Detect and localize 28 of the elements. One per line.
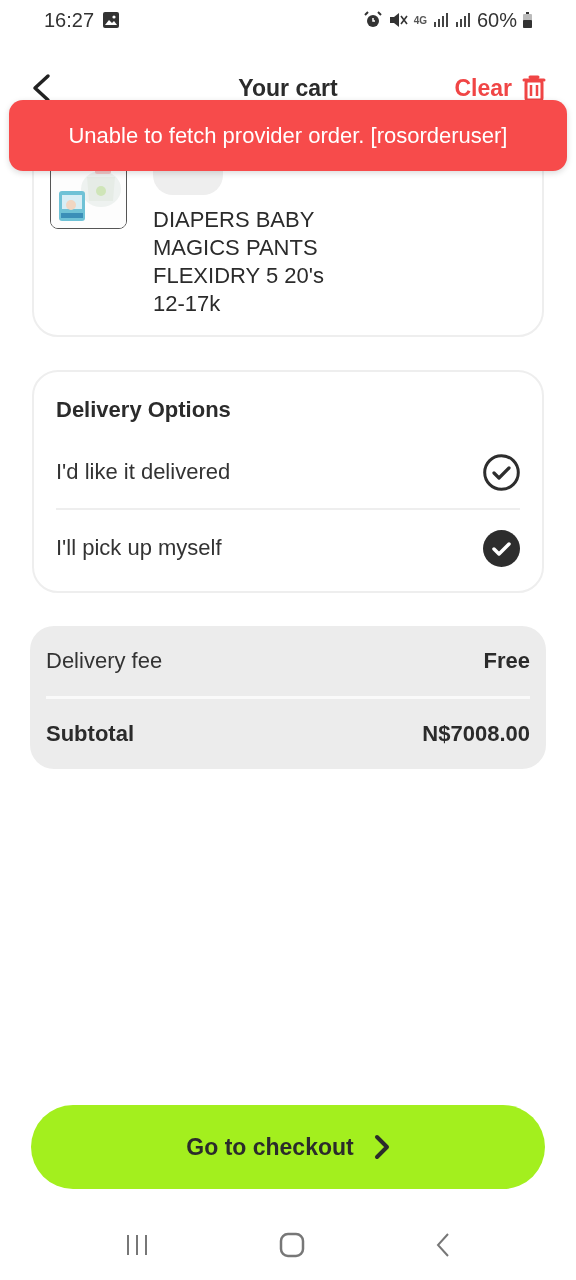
home-icon[interactable] bbox=[279, 1231, 305, 1258]
chevron-right-icon bbox=[373, 1134, 390, 1160]
trash-icon[interactable] bbox=[522, 74, 546, 102]
network-type: 4G bbox=[413, 14, 427, 26]
image-icon bbox=[102, 11, 121, 29]
clock-time: 16:27 bbox=[44, 8, 95, 32]
battery-percent: 60% bbox=[476, 8, 517, 32]
delivery-option[interactable]: I'd like it delivered bbox=[56, 459, 483, 485]
delivery-option[interactable]: I'll pick up myself bbox=[56, 535, 483, 561]
product-name: DIAPERS BABY MAGICS PANTS FLEXIDRY 5 20's 12-17k bbox=[153, 206, 325, 318]
check-circle-icon[interactable] bbox=[483, 529, 520, 567]
checkout-button[interactable]: Go to checkout bbox=[31, 1105, 545, 1189]
back-icon[interactable] bbox=[30, 73, 52, 103]
recent-apps-icon[interactable] bbox=[125, 1232, 149, 1257]
check-circle-icon[interactable] bbox=[483, 453, 520, 491]
error-toast: Unable to fetch provider order. [rosorderuser] bbox=[9, 100, 567, 171]
mute-icon bbox=[387, 11, 408, 29]
signal-icon bbox=[432, 12, 449, 28]
summary-label: Delivery fee bbox=[46, 648, 164, 674]
section-title: Delivery Options bbox=[56, 396, 232, 424]
summary-value: Free bbox=[483, 648, 530, 674]
signal-icon bbox=[454, 12, 471, 28]
clear-button[interactable]: Clear bbox=[454, 74, 512, 102]
summary-label: Subtotal bbox=[46, 721, 135, 747]
battery-icon bbox=[523, 12, 532, 28]
alarm-icon bbox=[363, 11, 382, 29]
summary-value: N$7008.00 bbox=[422, 721, 530, 747]
page-title: Your cart bbox=[237, 74, 339, 103]
